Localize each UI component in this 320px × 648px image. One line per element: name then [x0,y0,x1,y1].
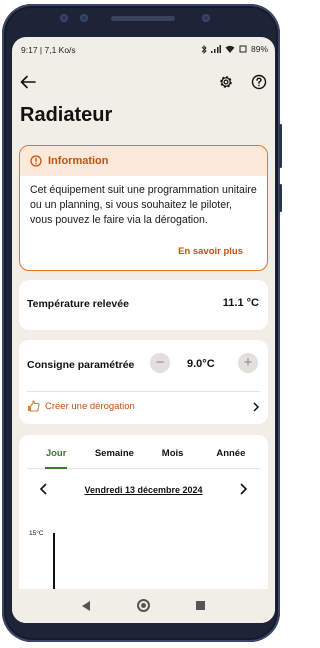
top-bar [12,69,275,97]
status-icons: 89% [201,44,268,54]
system-nav-bar [12,589,275,623]
info-title: Information [48,155,109,167]
status-bar: 9:17 | 7,1 Ko/s 89% [12,37,275,61]
tab-day[interactable]: Jour [27,445,85,469]
tab-month[interactable]: Mois [144,445,202,468]
info-text: Cet équipement suit une programmation un… [30,184,257,226]
create-derogation-button[interactable]: Créer une dérogation [27,400,135,412]
setpoint-value: 9.0°C [187,358,215,370]
decrease-button[interactable]: − [150,353,170,373]
temperature-label: Température relevée [27,298,129,310]
tab-year[interactable]: Année [202,445,260,468]
screen: 9:17 | 7,1 Ko/s 89% Radiateur Informatio… [12,37,275,623]
setpoint-card: Consigne paramétrée − 9.0°C + Créer une … [19,340,268,424]
chevron-right-icon [253,402,260,412]
signal-icon [210,45,221,53]
tab-week[interactable]: Semaine [85,445,143,468]
power-button [279,184,282,212]
nav-home-icon[interactable] [137,599,150,612]
back-button[interactable] [17,71,39,93]
front-camera [60,14,68,22]
phone-frame: 9:17 | 7,1 Ko/s 89% Radiateur Informatio… [2,4,282,642]
info-circle-icon [30,155,42,167]
hand-icon [28,400,40,412]
proximity-sensor [202,14,210,22]
page-title: Radiateur [20,104,113,126]
question-icon [251,74,267,90]
temperature-value: 11.1 °C [222,297,259,309]
date-navigator: Vendredi 13 décembre 2024 [19,481,268,501]
divider [27,391,260,392]
settings-button[interactable] [215,71,237,93]
chevron-right-icon[interactable] [239,483,248,495]
status-time: 9:17 | 7,1 Ko/s [21,45,76,55]
chart-y-tick: 15°C [29,530,44,537]
bluetooth-icon [201,44,207,54]
create-derogation-label: Créer une dérogation [45,400,135,412]
volume-button [279,124,282,168]
learn-more-link[interactable]: En savoir plus [178,246,243,257]
setpoint-label: Consigne paramétrée [27,359,135,371]
battery-level: 89% [250,44,268,54]
wifi-icon [225,45,235,53]
help-button[interactable] [248,71,270,93]
increase-button[interactable]: + [238,353,258,373]
front-sensor [80,14,88,22]
gear-icon [220,76,232,88]
nav-back-icon[interactable] [82,601,90,611]
battery-small-icon [239,45,247,53]
chart-y-axis [53,533,55,593]
temperature-card: Température relevée 11.1 °C [19,280,268,330]
nav-recent-icon[interactable] [196,601,205,610]
arrow-left-icon [20,75,36,89]
earpiece-speaker [111,16,175,21]
period-tabs: Jour Semaine Mois Année [27,445,260,469]
info-card-header: Information [20,146,267,176]
date-label[interactable]: Vendredi 13 décembre 2024 [19,485,268,495]
info-card: Information Cet équipement suit une prog… [19,145,268,271]
